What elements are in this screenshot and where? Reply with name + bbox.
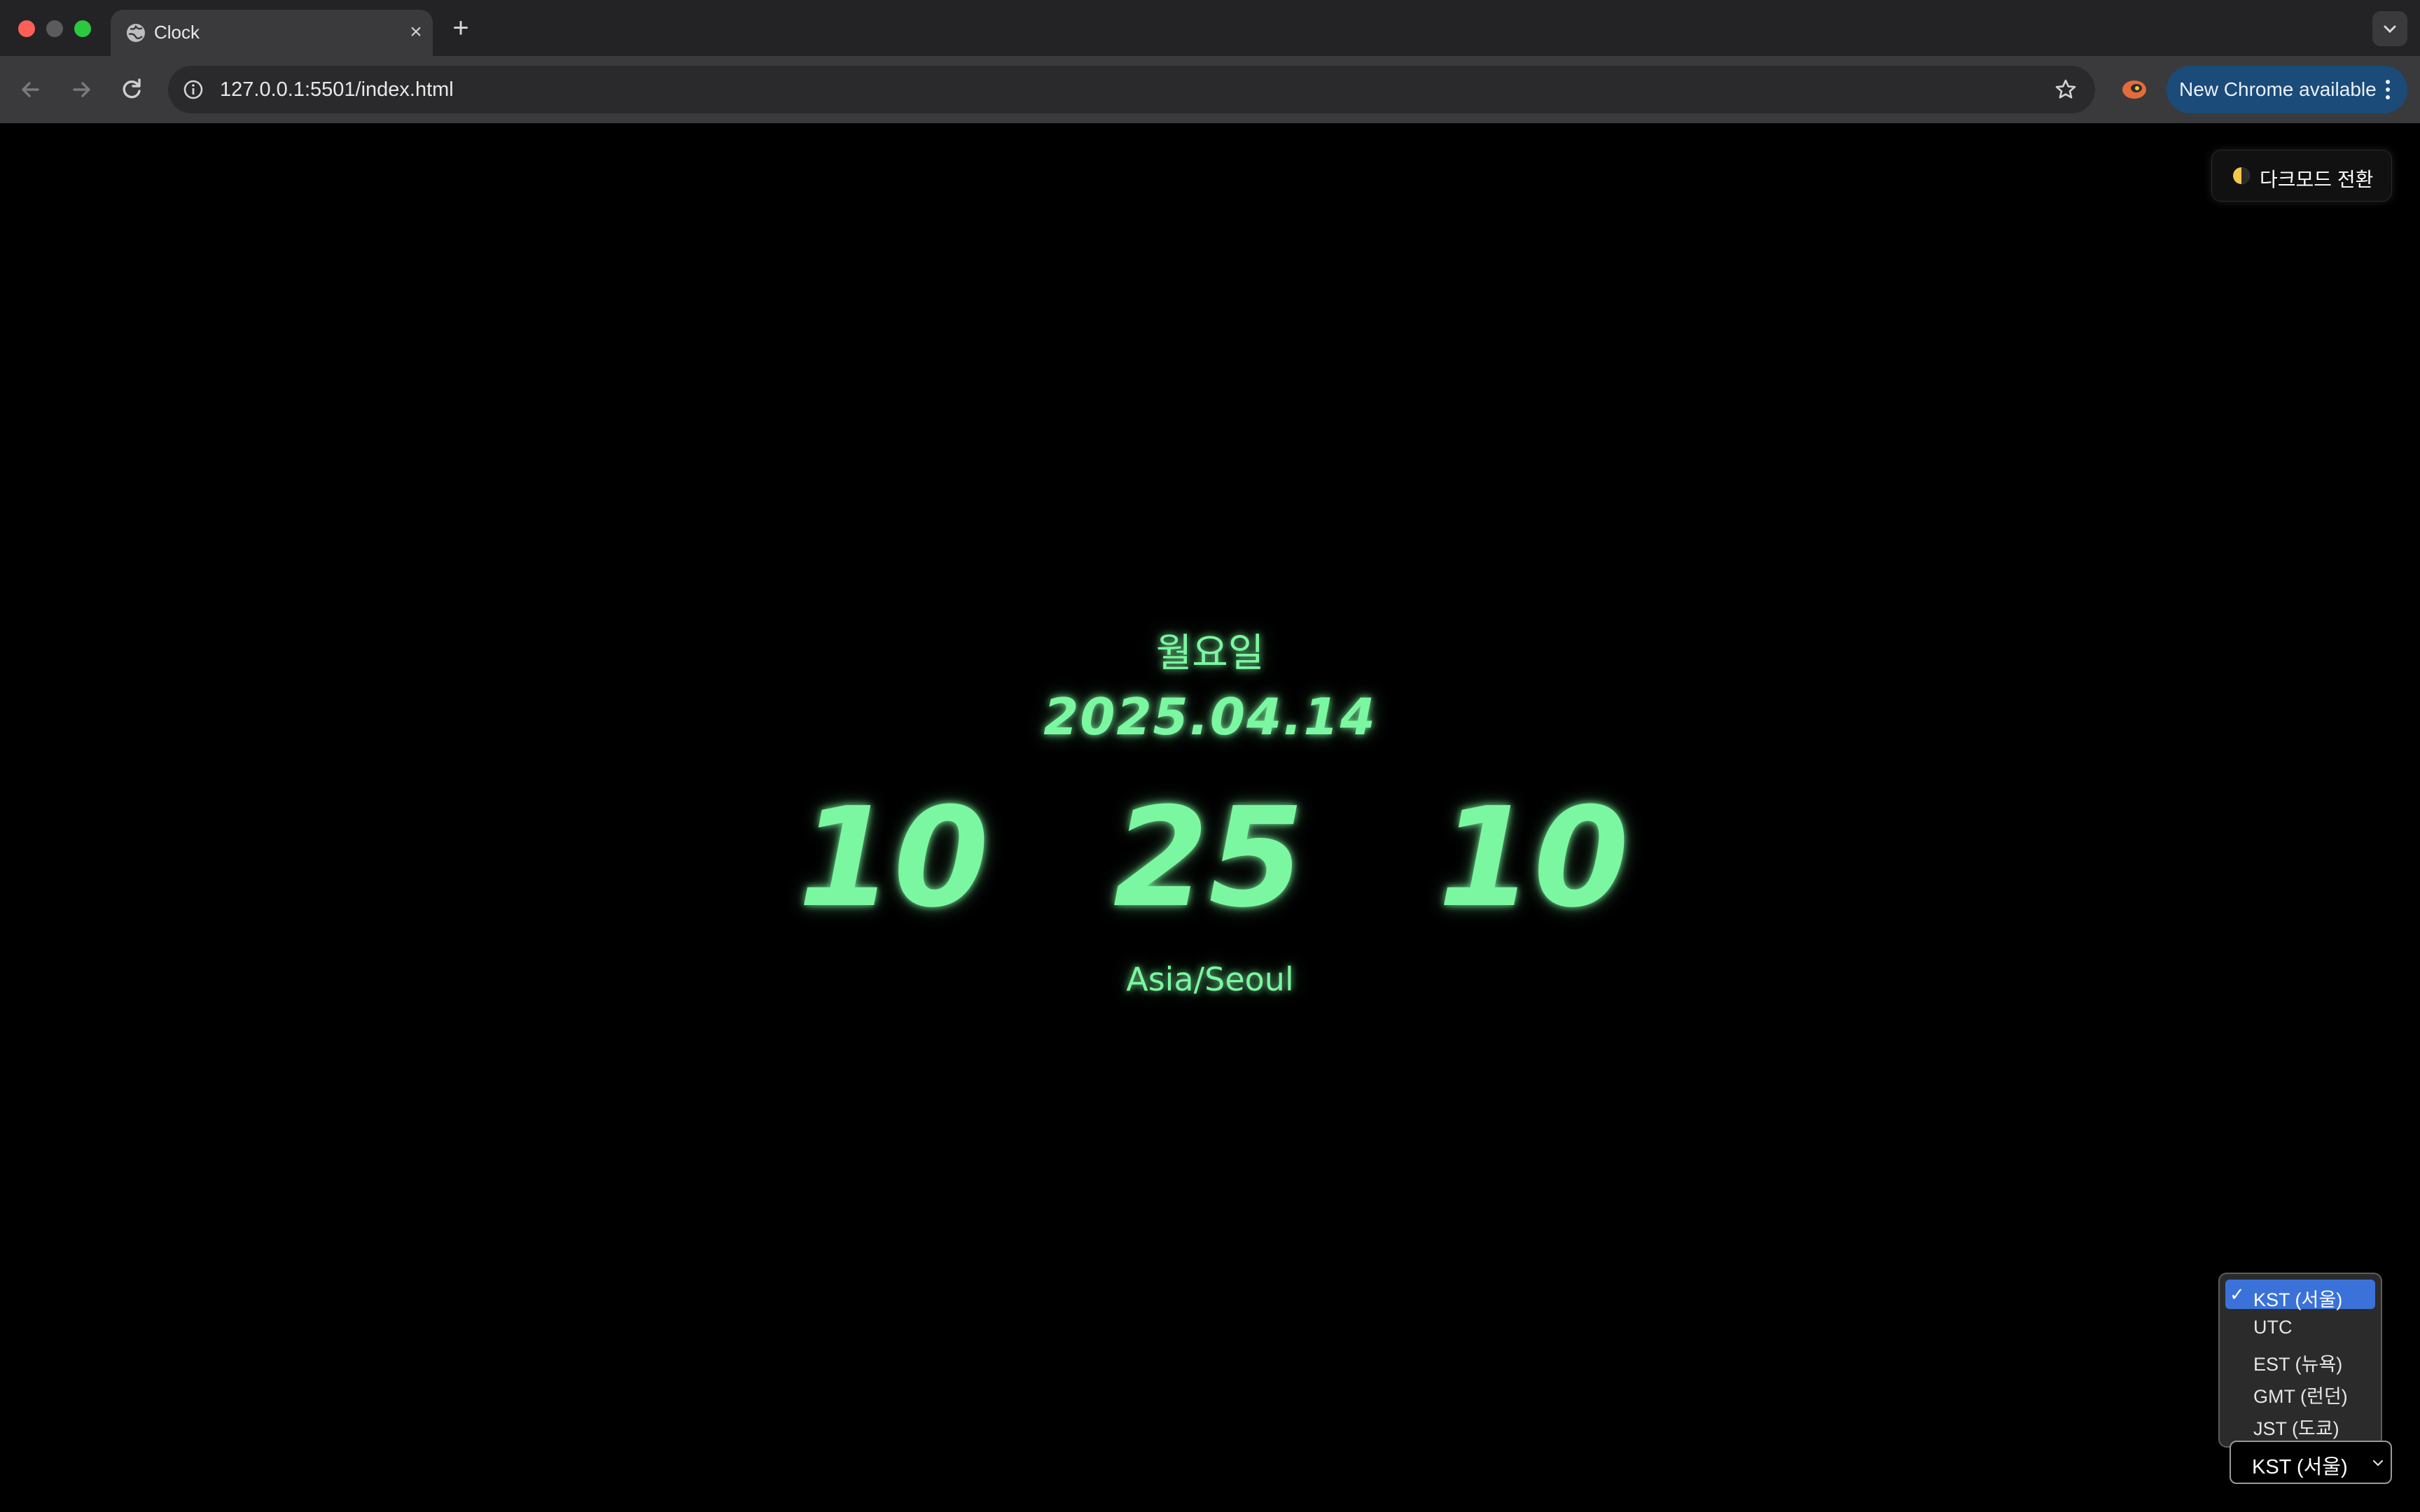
- clock-hours: 10: [798, 778, 989, 938]
- window-close-button[interactable]: [18, 20, 35, 37]
- info-icon[interactable]: [179, 76, 207, 104]
- star-icon[interactable]: [2052, 76, 2080, 104]
- browser-tab-strip: Clock × +: [0, 0, 2420, 56]
- update-label: New Chrome available: [2179, 78, 2377, 100]
- tab-title: Clock: [154, 22, 200, 43]
- timezone-dropdown-list: ✓ KST (서울) UTC EST (뉴욕) GMT (런던) JST (도쿄…: [2218, 1273, 2382, 1448]
- forward-icon[interactable]: [64, 73, 98, 106]
- timezone-select[interactable]: KST (서울): [2230, 1441, 2392, 1484]
- timezone-option-label: EST (뉴욕): [2253, 1354, 2343, 1375]
- url-text[interactable]: 127.0.0.1:5501/index.html: [220, 78, 454, 102]
- timezone-option[interactable]: ✓ KST (서울): [2225, 1280, 2375, 1310]
- clock-minutes: 25: [1113, 778, 1305, 938]
- timezone-label: Asia/Seoul: [1126, 960, 1294, 998]
- kebab-menu-icon[interactable]: [2379, 76, 2396, 104]
- timezone-select-value: KST (서울): [2252, 1456, 2348, 1478]
- globe-icon: [127, 24, 145, 42]
- browser-tab-clock[interactable]: Clock ×: [111, 10, 433, 56]
- chevron-down-icon: [2372, 1460, 2384, 1466]
- back-icon[interactable]: [14, 73, 48, 106]
- close-icon[interactable]: ×: [402, 18, 430, 46]
- date-label: 2025.04.14: [1043, 687, 1377, 746]
- tab-search-button[interactable]: [2372, 11, 2407, 46]
- timezone-option-label: JST (도쿄): [2253, 1418, 2339, 1439]
- reload-icon[interactable]: [115, 73, 148, 106]
- clock-seconds: 10: [1438, 778, 1629, 938]
- update-chrome-button[interactable]: New Chrome available: [2167, 66, 2407, 113]
- address-bar[interactable]: 127.0.0.1:5501/index.html: [168, 66, 2095, 113]
- window-minimize-button[interactable]: [46, 20, 63, 37]
- window-zoom-button[interactable]: [74, 20, 91, 37]
- plus-icon[interactable]: +: [445, 13, 476, 43]
- extension-icon[interactable]: [2118, 73, 2151, 106]
- half-moon-icon: [2233, 167, 2250, 184]
- timezone-option[interactable]: UTC: [2225, 1312, 2375, 1341]
- timezone-option-label: GMT (런던): [2253, 1386, 2348, 1407]
- weekday-label: 월요일: [1155, 631, 1265, 676]
- timezone-option-label: UTC: [2253, 1317, 2293, 1338]
- checkmark-icon: ✓: [2230, 1284, 2245, 1305]
- timezone-option[interactable]: EST (뉴욕): [2225, 1344, 2375, 1375]
- dark-mode-label: 다크모드 전환: [2260, 169, 2374, 190]
- timezone-option-label: KST (서울): [2253, 1289, 2343, 1310]
- dark-mode-toggle-button[interactable]: 다크모드 전환: [2211, 150, 2392, 202]
- timezone-option[interactable]: GMT (런던): [2225, 1376, 2375, 1407]
- chevron-down-icon: [2384, 25, 2396, 34]
- timezone-option[interactable]: JST (도쿄): [2225, 1408, 2375, 1439]
